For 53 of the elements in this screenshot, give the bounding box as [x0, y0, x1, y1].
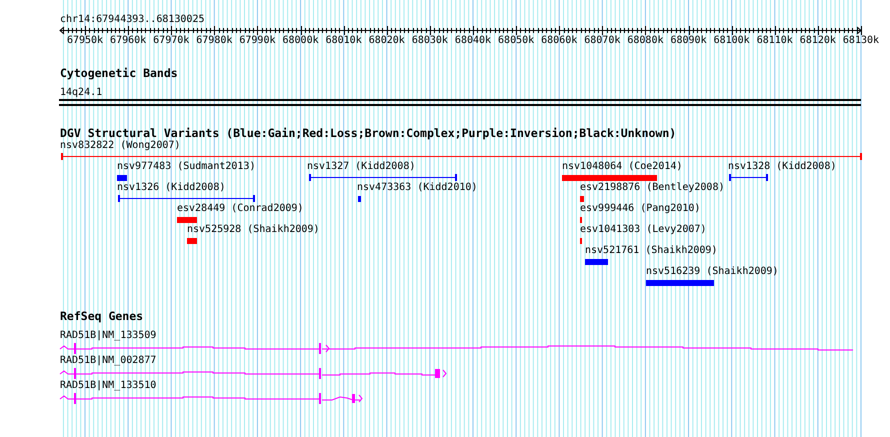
variant-label[interactable]: nsv1327 (Kidd2008) [307, 161, 416, 173]
tick-label: 67980k [196, 35, 232, 47]
variant-label[interactable]: esv28449 (Conrad2009) [177, 203, 304, 215]
tick-label: 67990k [239, 35, 276, 47]
variant-bar[interactable] [177, 217, 197, 223]
variant-bar[interactable] [646, 280, 714, 286]
locus-label: chr14:67944393..68130025 [60, 14, 204, 26]
tick-label: 68020k [368, 35, 405, 47]
band-label: 14q24.1 [60, 87, 102, 99]
variant-label[interactable]: nsv516239 (Shaikh2009) [646, 266, 778, 278]
variant-bar[interactable] [585, 259, 608, 265]
gene-label[interactable]: RAD51B|NM_133510 [60, 380, 156, 392]
tick-label: 68040k [454, 35, 492, 47]
tick-label: 68080k [627, 35, 664, 47]
tick-label: 67960k [110, 35, 146, 47]
tick-label: 68030k [412, 35, 448, 47]
tick-label: 68120k [800, 35, 836, 47]
variant-bar[interactable] [358, 196, 361, 202]
variant-label[interactable]: nsv1326 (Kidd2008) [117, 182, 226, 194]
gene-label[interactable]: RAD51B|NM_002877 [60, 355, 156, 367]
variant-label[interactable]: nsv1328 (Kidd2008) [728, 161, 836, 173]
variant-bar[interactable] [580, 196, 584, 202]
track-title: DGV Structural Variants (Blue:Gain;Red:Loss;Brown:Complex;Purple:Inversion;Black:Unknown) [60, 127, 678, 140]
variant-span[interactable] [118, 195, 255, 202]
variant-label[interactable]: esv2198876 (Bentley2008) [580, 182, 724, 194]
tick-label: 68110k [756, 35, 793, 47]
variant-label[interactable]: nsv832822 (Wong2007) [60, 140, 180, 152]
variant-label[interactable]: nsv977483 (Sudmant2013) [117, 161, 256, 173]
variant-label[interactable]: nsv1048064 (Coe2014) [562, 161, 682, 173]
variant-span[interactable] [61, 153, 862, 160]
tick-label: 68050k [498, 35, 534, 47]
tick-label: 67970k [153, 35, 190, 47]
variant-label[interactable]: nsv473363 (Kidd2010) [357, 182, 478, 194]
tick-label: 68090k [670, 35, 707, 47]
variant-label[interactable]: esv1041303 (Levy2007) [580, 224, 706, 236]
tick-label: 68130k [842, 35, 880, 47]
variant-label[interactable]: nsv521761 (Shaikh2009) [585, 245, 718, 257]
variant-bar[interactable] [187, 238, 197, 244]
variant-label[interactable]: nsv525928 (Shaikh2009) [187, 224, 320, 236]
variant-span[interactable] [729, 174, 768, 181]
tick-label: 67950k [66, 35, 104, 47]
variant-span[interactable] [309, 174, 457, 181]
variant-bar[interactable] [562, 175, 657, 181]
variant-label[interactable]: esv999446 (Pang2010) [580, 203, 700, 215]
gene-label[interactable]: RAD51B|NM_133509 [60, 330, 156, 342]
tick-label: 68060k [541, 35, 578, 47]
tick-label: 68000k [282, 35, 319, 47]
variant-bar[interactable] [117, 175, 127, 181]
tick-label: 68010k [326, 35, 362, 47]
track-title: Cytogenetic Bands [60, 67, 179, 80]
tick-label: 68100k [714, 35, 750, 47]
tick-label: 68070k [584, 35, 620, 47]
track-title: RefSeq Genes [60, 310, 144, 323]
